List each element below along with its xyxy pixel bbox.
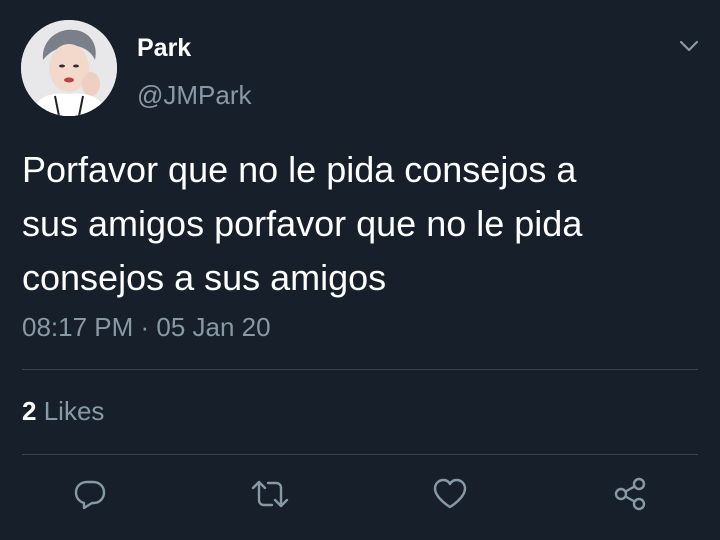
author-name[interactable]: Park xyxy=(137,34,191,63)
like-button[interactable] xyxy=(430,474,470,514)
tweet-timestamp[interactable]: 08:17 PM · 05 Jan 20 xyxy=(22,312,271,343)
likes-label: Likes xyxy=(43,396,105,426)
share-button[interactable] xyxy=(610,474,650,514)
chevron-down-icon[interactable] xyxy=(676,36,702,56)
likes-stat[interactable]: 2 Likes xyxy=(22,396,104,427)
retweet-icon xyxy=(251,480,289,508)
avatar[interactable] xyxy=(21,20,117,116)
reply-button[interactable] xyxy=(70,474,110,514)
tweet-card: Park @JMPark Porfavor que no le pida con… xyxy=(0,0,720,540)
retweet-button[interactable] xyxy=(250,474,290,514)
likes-count: 2 xyxy=(22,396,37,426)
divider xyxy=(22,369,698,370)
share-icon xyxy=(614,477,646,511)
divider xyxy=(22,454,698,455)
author-handle[interactable]: @JMPark xyxy=(137,80,252,111)
tweet-text: Porfavor que no le pida consejos a sus a… xyxy=(22,149,583,298)
like-icon xyxy=(433,478,467,509)
avatar-photo xyxy=(21,20,117,116)
reply-icon xyxy=(74,480,106,510)
